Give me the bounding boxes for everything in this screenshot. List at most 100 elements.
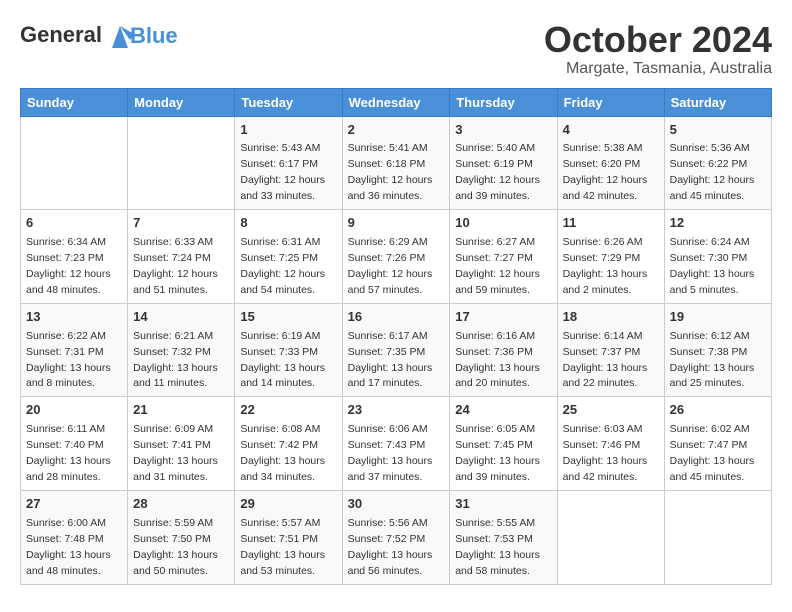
day-cell: 13 Sunrise: 6:22 AM Sunset: 7:31 PM Dayli… [21,303,128,397]
day-cell: 15Sunrise: 6:19 AM Sunset: 7:33 PM Dayli… [235,303,342,397]
day-info: Sunrise: 6:06 AM Sunset: 7:43 PM Dayligh… [348,423,433,483]
day-cell: 7Sunrise: 6:33 AM Sunset: 7:24 PM Daylig… [128,210,235,304]
day-cell: 30 Sunrise: 5:56 AM Sunset: 7:52 PM Dayli… [342,490,450,584]
day-cell: 4 Sunrise: 5:38 AM Sunset: 6:20 PM Daylig… [557,116,664,210]
day-number: 7 [133,214,229,233]
day-info: Sunrise: 5:43 AM Sunset: 6:17 PM Dayligh… [240,142,325,202]
day-cell: 19 Sunrise: 6:12 AM Sunset: 7:38 PM Dayli… [664,303,771,397]
header-cell-tuesday: Tuesday [235,88,342,116]
day-number: 22 [240,401,336,420]
day-cell: 29 Sunrise: 5:57 AM Sunset: 7:51 PM Dayli… [235,490,342,584]
day-cell: 12 Sunrise: 6:24 AM Sunset: 7:30 PM Dayli… [664,210,771,304]
day-number: 5 [670,121,766,140]
day-cell: 2Sunrise: 5:41 AM Sunset: 6:18 PM Daylig… [342,116,450,210]
day-cell [664,490,771,584]
day-number: 4 [563,121,659,140]
day-info: Sunrise: 6:03 AM Sunset: 7:46 PM Dayligh… [563,423,648,483]
day-cell: 28 Sunrise: 5:59 AM Sunset: 7:50 PM Dayli… [128,490,235,584]
header-row: SundayMondayTuesdayWednesdayThursdayFrid… [21,88,772,116]
day-info: Sunrise: 5:56 AM Sunset: 7:52 PM Dayligh… [348,517,433,577]
day-info: Sunrise: 6:34 AM Sunset: 7:23 PM Dayligh… [26,236,111,296]
day-number: 8 [240,214,336,233]
day-cell: 31Sunrise: 5:55 AM Sunset: 7:53 PM Dayli… [450,490,557,584]
day-cell: 3 Sunrise: 5:40 AM Sunset: 6:19 PM Daylig… [450,116,557,210]
day-number: 30 [348,495,445,514]
calendar-header: SundayMondayTuesdayWednesdayThursdayFrid… [21,88,772,116]
day-info: Sunrise: 6:08 AM Sunset: 7:42 PM Dayligh… [240,423,325,483]
day-number: 11 [563,214,659,233]
day-number: 27 [26,495,122,514]
calendar-subtitle: Margate, Tasmania, Australia [544,60,772,78]
day-info: Sunrise: 5:40 AM Sunset: 6:19 PM Dayligh… [455,142,540,202]
day-info: Sunrise: 6:22 AM Sunset: 7:31 PM Dayligh… [26,330,111,390]
calendar-title: October 2024 [544,20,772,60]
day-info: Sunrise: 5:59 AM Sunset: 7:50 PM Dayligh… [133,517,218,577]
logo-blue: Blue [130,23,178,48]
logo-text: General [20,20,138,52]
day-number: 29 [240,495,336,514]
day-info: Sunrise: 6:29 AM Sunset: 7:26 PM Dayligh… [348,236,433,296]
day-info: Sunrise: 5:36 AM Sunset: 6:22 PM Dayligh… [670,142,755,202]
day-number: 13 [26,308,122,327]
day-info: Sunrise: 6:17 AM Sunset: 7:35 PM Dayligh… [348,330,433,390]
day-cell [557,490,664,584]
day-number: 15 [240,308,336,327]
day-number: 6 [26,214,122,233]
day-info: Sunrise: 6:24 AM Sunset: 7:30 PM Dayligh… [670,236,755,296]
day-cell: 11Sunrise: 6:26 AM Sunset: 7:29 PM Dayli… [557,210,664,304]
day-cell: 1 Sunrise: 5:43 AM Sunset: 6:17 PM Daylig… [235,116,342,210]
header-cell-friday: Friday [557,88,664,116]
day-cell: 6 Sunrise: 6:34 AM Sunset: 7:23 PM Daylig… [21,210,128,304]
day-number: 3 [455,121,551,140]
day-info: Sunrise: 5:38 AM Sunset: 6:20 PM Dayligh… [563,142,648,202]
day-info: Sunrise: 6:00 AM Sunset: 7:48 PM Dayligh… [26,517,111,577]
day-info: Sunrise: 6:27 AM Sunset: 7:27 PM Dayligh… [455,236,540,296]
day-info: Sunrise: 6:16 AM Sunset: 7:36 PM Dayligh… [455,330,540,390]
day-cell: 27 Sunrise: 6:00 AM Sunset: 7:48 PM Dayli… [21,490,128,584]
day-number: 2 [348,121,445,140]
week-row-0: 1 Sunrise: 5:43 AM Sunset: 6:17 PM Daylig… [21,116,772,210]
day-number: 24 [455,401,551,420]
header-cell-thursday: Thursday [450,88,557,116]
day-number: 28 [133,495,229,514]
week-row-4: 27 Sunrise: 6:00 AM Sunset: 7:48 PM Dayli… [21,490,772,584]
day-info: Sunrise: 6:02 AM Sunset: 7:47 PM Dayligh… [670,423,755,483]
day-cell: 20 Sunrise: 6:11 AM Sunset: 7:40 PM Dayli… [21,397,128,491]
day-cell: 8 Sunrise: 6:31 AM Sunset: 7:25 PM Daylig… [235,210,342,304]
page-header: General Blue October 2024 Margate, Tasma… [20,20,772,78]
day-cell: 14 Sunrise: 6:21 AM Sunset: 7:32 PM Dayli… [128,303,235,397]
day-info: Sunrise: 5:57 AM Sunset: 7:51 PM Dayligh… [240,517,325,577]
day-info: Sunrise: 5:55 AM Sunset: 7:53 PM Dayligh… [455,517,540,577]
day-cell: 16 Sunrise: 6:17 AM Sunset: 7:35 PM Dayli… [342,303,450,397]
header-cell-saturday: Saturday [664,88,771,116]
day-info: Sunrise: 6:09 AM Sunset: 7:41 PM Dayligh… [133,423,218,483]
day-info: Sunrise: 6:05 AM Sunset: 7:45 PM Dayligh… [455,423,540,483]
day-cell: 22 Sunrise: 6:08 AM Sunset: 7:42 PM Dayli… [235,397,342,491]
day-cell: 5 Sunrise: 5:36 AM Sunset: 6:22 PM Daylig… [664,116,771,210]
day-number: 23 [348,401,445,420]
day-cell: 21 Sunrise: 6:09 AM Sunset: 7:41 PM Dayli… [128,397,235,491]
day-number: 12 [670,214,766,233]
header-cell-wednesday: Wednesday [342,88,450,116]
day-number: 14 [133,308,229,327]
day-cell: 10Sunrise: 6:27 AM Sunset: 7:27 PM Dayli… [450,210,557,304]
day-number: 19 [670,308,766,327]
logo: General Blue [20,20,178,52]
day-info: Sunrise: 6:21 AM Sunset: 7:32 PM Dayligh… [133,330,218,390]
day-info: Sunrise: 6:31 AM Sunset: 7:25 PM Dayligh… [240,236,325,296]
day-number: 1 [240,121,336,140]
day-cell [21,116,128,210]
day-cell: 24 Sunrise: 6:05 AM Sunset: 7:45 PM Dayli… [450,397,557,491]
header-cell-sunday: Sunday [21,88,128,116]
day-number: 21 [133,401,229,420]
day-number: 26 [670,401,766,420]
day-info: Sunrise: 6:12 AM Sunset: 7:38 PM Dayligh… [670,330,755,390]
day-number: 20 [26,401,122,420]
calendar-body: 1 Sunrise: 5:43 AM Sunset: 6:17 PM Daylig… [21,116,772,584]
week-row-1: 6 Sunrise: 6:34 AM Sunset: 7:23 PM Daylig… [21,210,772,304]
day-info: Sunrise: 6:11 AM Sunset: 7:40 PM Dayligh… [26,423,111,483]
day-number: 16 [348,308,445,327]
day-info: Sunrise: 6:14 AM Sunset: 7:37 PM Dayligh… [563,330,648,390]
day-cell: 18Sunrise: 6:14 AM Sunset: 7:37 PM Dayli… [557,303,664,397]
week-row-3: 20 Sunrise: 6:11 AM Sunset: 7:40 PM Dayli… [21,397,772,491]
